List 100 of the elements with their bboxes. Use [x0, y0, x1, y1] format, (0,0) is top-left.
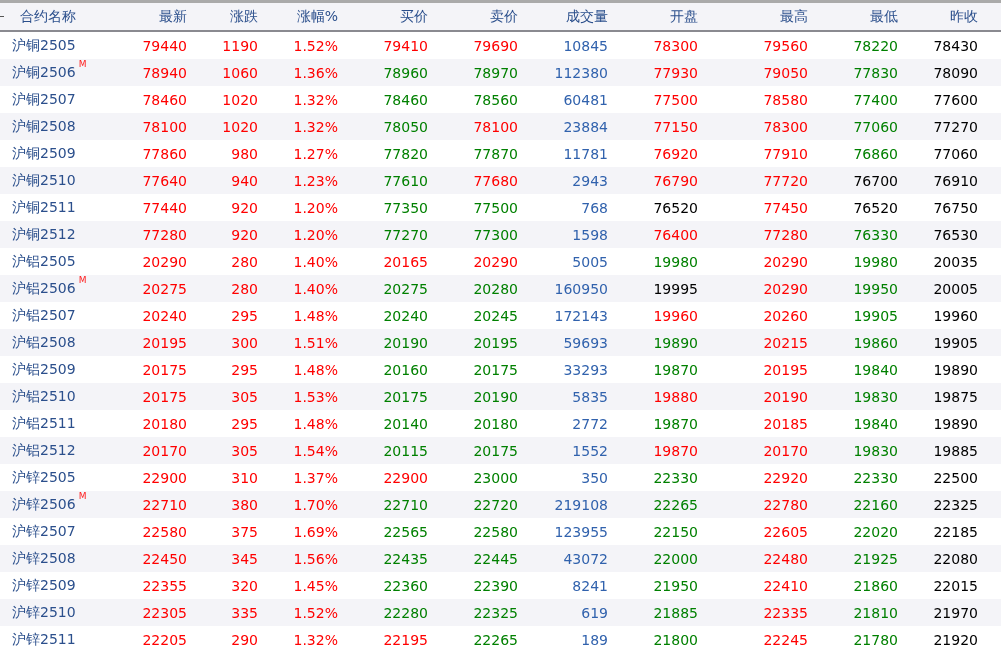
volume-cell: 5835 [572, 388, 608, 405]
column-header[interactable]: 卖价 [490, 7, 518, 26]
price-cell: 295 [231, 361, 258, 378]
price-cell: 1.40% [293, 280, 338, 297]
price-cell: 19890 [933, 415, 978, 432]
price-cell: 22900 [383, 469, 428, 486]
price-cell: 280 [231, 253, 258, 270]
price-cell: 78580 [763, 91, 808, 108]
price-cell: 22020 [853, 523, 898, 540]
contract-name: 沪铝2506 [12, 279, 76, 298]
quote-row[interactable]: 沪铝2506 M 20275 280 1.40% 20275 20280 160950 19995 20290 19950 20005 [0, 275, 1001, 302]
price-cell: 280 [231, 280, 258, 297]
quote-row[interactable]: 沪铝2512 20170 305 1.54% 20115 20175 1552 19870 20170 19830 19885 [0, 437, 1001, 464]
price-cell: 980 [231, 145, 258, 162]
price-cell: 19905 [853, 307, 898, 324]
quote-row[interactable]: 沪铜2508 78100 1020 1.32% 78050 78100 23884 77150 78300 77060 77270 [0, 113, 1001, 140]
price-cell: 22205 [142, 631, 187, 648]
price-cell: 20195 [473, 334, 518, 351]
volume-cell: 33293 [563, 361, 608, 378]
price-cell: 305 [231, 442, 258, 459]
column-header[interactable]: 买价 [400, 7, 428, 26]
price-cell: 19995 [653, 280, 698, 297]
volume-cell: 5005 [572, 253, 608, 270]
price-cell: 78300 [763, 118, 808, 135]
column-header[interactable]: 昨收 [950, 7, 978, 26]
volume-cell: 1598 [572, 226, 608, 243]
price-cell: 20240 [383, 307, 428, 324]
price-cell: 76530 [933, 226, 978, 243]
price-cell: 19880 [653, 388, 698, 405]
price-cell: 19870 [653, 361, 698, 378]
price-cell: 79410 [383, 37, 428, 54]
column-header[interactable]: 涨跌 [230, 7, 258, 26]
column-header[interactable]: 成交量 [566, 7, 608, 26]
quote-row[interactable]: 沪铝2508 20195 300 1.51% 20190 20195 59693 19890 20215 19860 19905 [0, 329, 1001, 356]
price-cell: 19875 [933, 388, 978, 405]
volume-cell: 219108 [554, 496, 608, 513]
price-cell: 22900 [142, 469, 187, 486]
price-cell: 1.48% [293, 307, 338, 324]
column-header[interactable]: 涨幅% [296, 7, 338, 26]
price-cell: 22710 [383, 496, 428, 513]
quote-row[interactable]: 沪铜2506 M 78940 1060 1.36% 78960 78970 112380 77930 79050 77830 78090 [0, 59, 1001, 86]
column-header[interactable]: 合约名称 [0, 7, 76, 26]
price-cell: 77910 [763, 145, 808, 162]
contract-name: 沪铜2506 [12, 63, 76, 82]
contract-name: 沪铜2508 [12, 117, 76, 136]
price-cell: 20215 [763, 334, 808, 351]
price-cell: 1.20% [293, 226, 338, 243]
column-header[interactable]: 最高 [780, 7, 808, 26]
column-header[interactable]: 开盘 [670, 7, 698, 26]
price-cell: 1.48% [293, 415, 338, 432]
price-cell: 77640 [142, 172, 187, 189]
contract-name: 沪铜2505 [12, 36, 76, 55]
price-cell: 21950 [653, 577, 698, 594]
quote-row[interactable]: 沪锌2508 22450 345 1.56% 22435 22445 43072 22000 22480 21925 22080 [0, 545, 1001, 572]
price-cell: 77270 [383, 226, 428, 243]
main-contract-label: M [78, 59, 87, 69]
price-cell: 20175 [473, 442, 518, 459]
price-cell: 19960 [653, 307, 698, 324]
price-cell: 20180 [142, 415, 187, 432]
price-cell: 22195 [383, 631, 428, 648]
column-header[interactable]: 最新 [159, 7, 187, 26]
contract-name: 沪铜2507 [12, 90, 76, 109]
price-cell: 20190 [473, 388, 518, 405]
price-cell: 76700 [853, 172, 898, 189]
price-cell: 77400 [853, 91, 898, 108]
contract-name: 沪铝2511 [12, 414, 76, 433]
price-cell: 22450 [142, 550, 187, 567]
volume-cell: 112380 [554, 64, 608, 81]
price-cell: 78090 [933, 64, 978, 81]
price-cell: 1.54% [293, 442, 338, 459]
price-cell: 1020 [222, 118, 258, 135]
price-cell: 1.32% [293, 91, 338, 108]
price-cell: 345 [231, 550, 258, 567]
price-cell: 20035 [933, 253, 978, 270]
quote-row[interactable]: 沪铝2510 20175 305 1.53% 20175 20190 5835 19880 20190 19830 19875 [0, 383, 1001, 410]
contract-name: 沪铝2509 [12, 360, 76, 379]
price-cell: 77820 [383, 145, 428, 162]
quote-row[interactable]: 沪锌2506 M 22710 380 1.70% 22710 22720 219108 22265 22780 22160 22325 [0, 491, 1001, 518]
volume-cell: 768 [581, 199, 608, 216]
quote-row[interactable]: 沪锌2510 22305 335 1.52% 22280 22325 619 21885 22335 21810 21970 [0, 599, 1001, 626]
price-cell: 21925 [853, 550, 898, 567]
price-cell: 76860 [853, 145, 898, 162]
price-cell: 19870 [653, 442, 698, 459]
volume-cell: 11781 [563, 145, 608, 162]
column-header[interactable]: 最低 [870, 7, 898, 26]
price-cell: 22780 [763, 496, 808, 513]
price-cell: 22325 [933, 496, 978, 513]
price-cell: 78460 [383, 91, 428, 108]
price-cell: 77150 [653, 118, 698, 135]
price-cell: 20290 [473, 253, 518, 270]
price-cell: 20180 [473, 415, 518, 432]
price-cell: 23000 [473, 469, 518, 486]
price-cell: 78050 [383, 118, 428, 135]
price-cell: 20290 [763, 280, 808, 297]
quote-row[interactable]: 沪铜2512 77280 920 1.20% 77270 77300 1598 76400 77280 76330 76530 [0, 221, 1001, 248]
price-cell: 22445 [473, 550, 518, 567]
price-cell: 20275 [142, 280, 187, 297]
quote-row[interactable]: 沪铜2510 77640 940 1.23% 77610 77680 2943 76790 77720 76700 76910 [0, 167, 1001, 194]
price-cell: 19905 [933, 334, 978, 351]
price-cell: 20175 [142, 361, 187, 378]
